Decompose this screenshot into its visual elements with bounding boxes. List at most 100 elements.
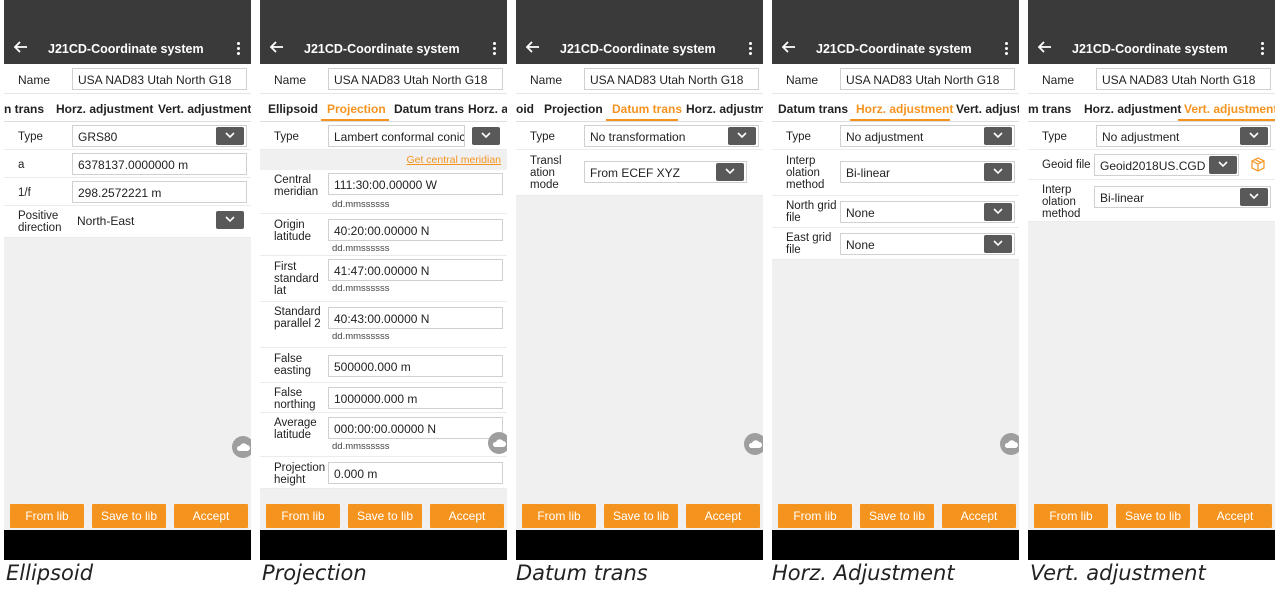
save-to-lib-button[interactable]: Save to lib bbox=[92, 504, 166, 528]
get-central-meridian-link[interactable]: Get central meridian bbox=[406, 154, 501, 166]
more-vert-icon[interactable] bbox=[489, 41, 499, 55]
chevron-down-icon[interactable] bbox=[216, 127, 244, 145]
standard-parallel-2-field[interactable]: 40:43:00.00000 N bbox=[328, 307, 503, 329]
chevron-down-icon[interactable] bbox=[216, 211, 244, 229]
back-arrow-icon[interactable] bbox=[781, 39, 797, 55]
tab-ellipsoid[interactable]: Ellipsoid bbox=[268, 102, 318, 116]
cloud-icon[interactable] bbox=[1000, 433, 1019, 455]
cloud-icon[interactable] bbox=[744, 433, 763, 455]
name-field[interactable]: USA NAD83 Utah North G18 bbox=[72, 68, 247, 90]
back-arrow-icon[interactable] bbox=[525, 39, 541, 55]
more-vert-icon[interactable] bbox=[1001, 41, 1011, 55]
average-latitude-field[interactable]: 000:00:00.00000 N bbox=[328, 417, 503, 439]
tab-horz-adjustment[interactable]: Horz. adjustment bbox=[856, 102, 953, 116]
tab-bar: n trans Horz. adjustment Vert. adjustmen… bbox=[4, 94, 251, 122]
tab-vert-adjustment[interactable]: Vert. adjustm bbox=[956, 102, 1019, 116]
page-title: J21CD-Coordinate system bbox=[816, 42, 972, 56]
geoid-file-row: Geoid file Geoid2018US.CGD bbox=[1028, 150, 1275, 180]
back-arrow-icon[interactable] bbox=[13, 39, 29, 55]
interpolation-method-row: Interp olation method Bi-linear bbox=[772, 150, 1019, 196]
name-row: Name USA NAD83 Utah North G18 bbox=[516, 64, 763, 94]
first-standard-lat-row: First standard lat 41:47:00.00000 N dd.mms… bbox=[260, 256, 507, 302]
tab-horz-adjustment[interactable]: Horz. ad bbox=[468, 102, 507, 116]
tab-ellipsoid[interactable]: oid bbox=[516, 102, 534, 116]
chevron-down-icon[interactable] bbox=[984, 235, 1012, 253]
direction-row: Positive direction North-East bbox=[4, 206, 251, 238]
more-vert-icon[interactable] bbox=[1257, 41, 1267, 55]
tab-datum-trans[interactable]: Datum trans bbox=[778, 102, 848, 116]
more-vert-icon[interactable] bbox=[233, 41, 243, 55]
average-latitude-row: Average latitude 000:00:00.00000 N dd.mms… bbox=[260, 413, 507, 457]
central-meridian-field[interactable]: 111:30:00.00000 W bbox=[328, 173, 503, 195]
screen-vert-adjustment: J21CD-Coordinate system Name USA NAD83 U… bbox=[1028, 0, 1275, 560]
name-label: Name bbox=[18, 73, 51, 87]
tab-bar: Ellipsoid Projection Datum trans Horz. a… bbox=[260, 94, 507, 122]
name-field[interactable]: USA NAD83 Utah North G18 bbox=[328, 68, 503, 90]
projection-height-row: Projection height 0.000 m bbox=[260, 457, 507, 489]
origin-latitude-field[interactable]: 40:20:00.00000 N bbox=[328, 219, 503, 241]
name-field[interactable]: USA NAD83 Utah North G18 bbox=[840, 68, 1015, 90]
from-lib-button[interactable]: From lib bbox=[10, 504, 84, 528]
back-arrow-icon[interactable] bbox=[269, 39, 285, 55]
false-easting-field[interactable]: 500000.000 m bbox=[328, 355, 503, 377]
chevron-down-icon[interactable] bbox=[1240, 188, 1268, 206]
accept-button[interactable]: Accept bbox=[686, 504, 760, 528]
tab-projection[interactable]: Projection bbox=[544, 102, 603, 116]
box-icon[interactable] bbox=[1250, 156, 1266, 172]
chevron-down-icon[interactable] bbox=[716, 163, 744, 181]
chevron-down-icon[interactable] bbox=[984, 203, 1012, 221]
tab-horz-adjustment[interactable]: Horz. adjustment bbox=[56, 102, 153, 116]
format-hint: dd.mmssssss bbox=[332, 331, 390, 342]
back-arrow-icon[interactable] bbox=[1037, 39, 1053, 55]
save-to-lib-button[interactable]: Save to lib bbox=[860, 504, 934, 528]
save-to-lib-button[interactable]: Save to lib bbox=[1116, 504, 1190, 528]
interpolation-method-label: Interp olation method bbox=[1042, 184, 1081, 220]
active-tab-indicator bbox=[321, 119, 389, 121]
tab-datum-trans[interactable]: m trans bbox=[1028, 102, 1071, 116]
from-lib-button[interactable]: From lib bbox=[778, 504, 852, 528]
first-standard-lat-field[interactable]: 41:47:00.00000 N bbox=[328, 259, 503, 281]
projection-height-field[interactable]: 0.000 m bbox=[328, 462, 503, 484]
tab-horz-adjustment[interactable]: Horz. adjustment bbox=[1084, 102, 1181, 116]
false-northing-field[interactable]: 1000000.000 m bbox=[328, 387, 503, 409]
caption-ellipsoid: Ellipsoid bbox=[6, 561, 94, 585]
from-lib-button[interactable]: From lib bbox=[266, 504, 340, 528]
system-nav-bar bbox=[260, 530, 507, 560]
tab-vert-adjustment[interactable]: Vert. adjustment bbox=[158, 102, 251, 116]
a-field[interactable]: 6378137.0000000 m bbox=[72, 153, 247, 175]
accept-button[interactable]: Accept bbox=[942, 504, 1016, 528]
accept-button[interactable]: Accept bbox=[1198, 504, 1272, 528]
chevron-down-icon[interactable] bbox=[728, 127, 756, 145]
tab-datum-trans[interactable]: n trans bbox=[4, 102, 44, 116]
from-lib-button[interactable]: From lib bbox=[1034, 504, 1108, 528]
cloud-icon[interactable] bbox=[232, 436, 251, 458]
accept-button[interactable]: Accept bbox=[430, 504, 504, 528]
translation-mode-label: Transl ation mode bbox=[530, 155, 562, 191]
tab-bar: oid Projection Datum trans Horz. adjustm… bbox=[516, 94, 763, 122]
chevron-down-icon[interactable] bbox=[984, 127, 1012, 145]
type-row: Type Lambert conformal conic 2 bbox=[260, 122, 507, 150]
name-field[interactable]: USA NAD83 Utah North G18 bbox=[1096, 68, 1271, 90]
tab-datum-trans[interactable]: Datum trans bbox=[394, 102, 464, 116]
save-to-lib-button[interactable]: Save to lib bbox=[604, 504, 678, 528]
name-label: Name bbox=[786, 73, 819, 87]
more-vert-icon[interactable] bbox=[745, 41, 755, 55]
tab-horz-adjustment[interactable]: Horz. adjustmer bbox=[686, 102, 763, 116]
chevron-down-icon[interactable] bbox=[472, 127, 500, 145]
chevron-down-icon[interactable] bbox=[984, 163, 1012, 181]
tab-datum-trans[interactable]: Datum trans bbox=[612, 102, 682, 116]
from-lib-button[interactable]: From lib bbox=[522, 504, 596, 528]
cloud-icon[interactable] bbox=[488, 432, 507, 454]
chevron-down-icon[interactable] bbox=[1209, 156, 1237, 174]
tab-vert-adjustment[interactable]: Vert. adjustment bbox=[1184, 102, 1275, 116]
active-tab-indicator bbox=[606, 119, 678, 121]
bottom-action-bar: From lib Save to lib Accept bbox=[772, 490, 1019, 530]
name-field[interactable]: USA NAD83 Utah North G18 bbox=[584, 68, 759, 90]
average-latitude-label: Average latitude bbox=[274, 417, 317, 441]
save-to-lib-button[interactable]: Save to lib bbox=[348, 504, 422, 528]
chevron-down-icon[interactable] bbox=[1240, 127, 1268, 145]
accept-button[interactable]: Accept bbox=[174, 504, 248, 528]
f-field[interactable]: 298.2572221 m bbox=[72, 181, 247, 203]
tab-projection[interactable]: Projection bbox=[327, 102, 386, 116]
type-select[interactable]: Lambert conformal conic 2 bbox=[328, 125, 465, 147]
